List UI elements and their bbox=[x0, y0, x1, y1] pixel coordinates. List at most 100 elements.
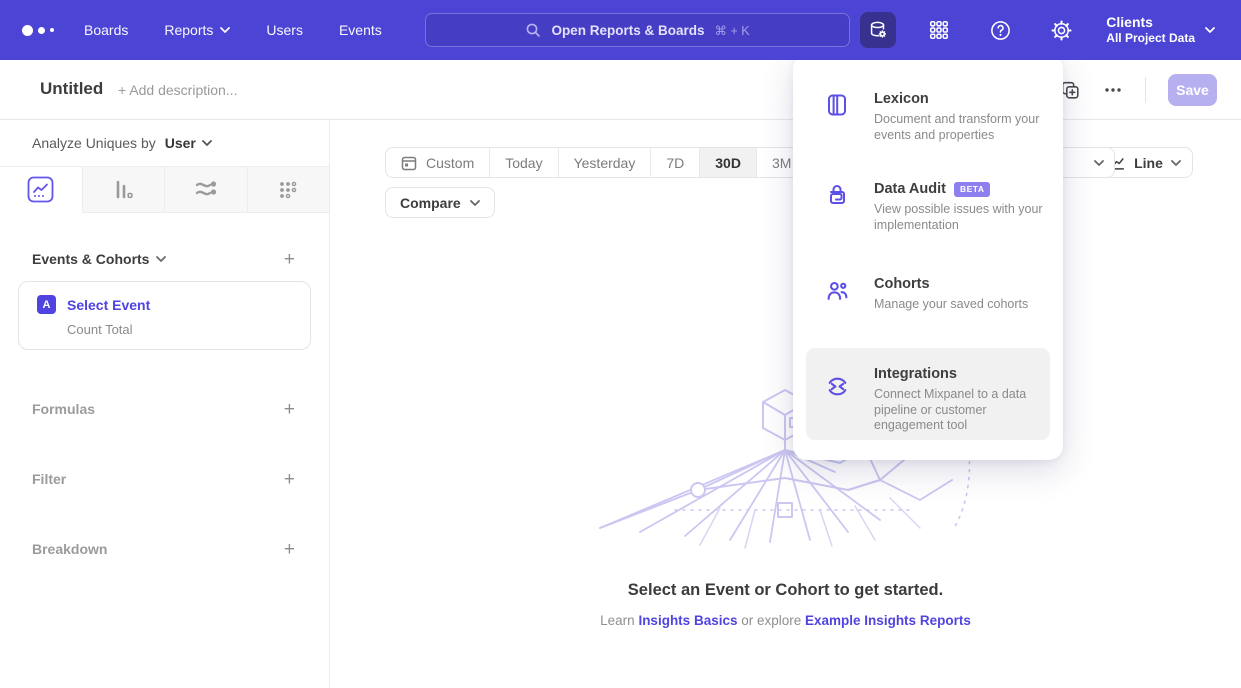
analyze-label: Analyze Uniques by bbox=[32, 135, 156, 151]
formulas-section: Formulas + bbox=[0, 393, 329, 425]
nav-item-reports[interactable]: Reports bbox=[164, 22, 230, 38]
chart-type-label: Line bbox=[1134, 155, 1163, 171]
compare-dropdown[interactable]: Compare bbox=[385, 187, 495, 218]
events-cohorts-header: Events & Cohorts + bbox=[0, 243, 329, 275]
range-label: Today bbox=[505, 155, 542, 171]
compare-label: Compare bbox=[400, 195, 461, 211]
tab-flow-chart[interactable] bbox=[164, 167, 247, 213]
add-breakdown-button[interactable]: + bbox=[284, 540, 295, 559]
add-description-field[interactable]: + Add description... bbox=[118, 82, 237, 98]
integrations-icon bbox=[825, 374, 849, 398]
data-audit-icon bbox=[825, 183, 849, 207]
add-formula-button[interactable]: + bbox=[284, 400, 295, 419]
date-range-yesterday[interactable]: Yesterday bbox=[558, 148, 651, 177]
save-button[interactable]: Save bbox=[1168, 74, 1217, 106]
search-shortcut: ⌘ + K bbox=[714, 23, 749, 38]
chart-area: Custom Today Yesterday 7D 30D 3M 6M Comp… bbox=[330, 120, 1241, 688]
date-range-control: Custom Today Yesterday 7D 30D 3M 6M bbox=[385, 147, 858, 178]
gear-icon bbox=[1050, 19, 1073, 42]
lexicon-icon bbox=[825, 93, 849, 117]
filter-section: Filter + bbox=[0, 463, 329, 495]
tab-metric-grid[interactable] bbox=[247, 167, 330, 213]
date-range-7d[interactable]: 7D bbox=[650, 148, 699, 177]
chevron-down-icon bbox=[1205, 27, 1215, 33]
menu-item-body: Lexicon Document and transform your even… bbox=[874, 91, 1052, 143]
add-filter-button[interactable]: + bbox=[284, 470, 295, 489]
nav-item-events[interactable]: Events bbox=[339, 22, 382, 38]
menu-item-body: Cohorts Manage your saved cohorts bbox=[874, 276, 1052, 313]
nav-item-users[interactable]: Users bbox=[266, 22, 303, 38]
analyze-value-dropdown[interactable]: User bbox=[165, 135, 196, 151]
dots-grid-icon bbox=[275, 177, 301, 203]
range-label: Yesterday bbox=[574, 155, 636, 171]
chevron-down-icon bbox=[1094, 160, 1104, 166]
tab-bar-chart[interactable] bbox=[82, 167, 165, 213]
project-scope: All Project Data bbox=[1106, 31, 1195, 46]
chevron-down-icon bbox=[156, 256, 166, 262]
filter-label: Filter bbox=[32, 471, 66, 487]
insights-basics-link[interactable]: Insights Basics bbox=[638, 613, 737, 628]
menu-item-body: Data Audit BETA View possible issues wit… bbox=[874, 181, 1052, 233]
report-title[interactable]: Untitled bbox=[40, 79, 103, 99]
example-insights-reports-link[interactable]: Example Insights Reports bbox=[805, 613, 971, 628]
menu-item-title: Cohorts bbox=[874, 276, 930, 292]
date-range-custom[interactable]: Custom bbox=[386, 148, 489, 177]
nav-links: Boards Reports Users Events bbox=[84, 22, 382, 38]
line-chart-icon bbox=[27, 176, 54, 203]
search-placeholder: Open Reports & Boards bbox=[551, 23, 704, 38]
range-label: 3M bbox=[772, 155, 791, 171]
range-label: 7D bbox=[666, 155, 684, 171]
nav-item-label: Users bbox=[266, 22, 303, 38]
calendar-icon bbox=[401, 155, 417, 171]
chart-type-tabs bbox=[0, 166, 329, 213]
menu-item-title: Data Audit bbox=[874, 181, 946, 197]
nav-right-cluster: Clients All Project Data bbox=[860, 0, 1241, 60]
events-cohorts-label: Events & Cohorts bbox=[32, 251, 149, 267]
range-label: 30D bbox=[715, 155, 741, 171]
menu-item-title: Integrations bbox=[874, 366, 957, 382]
date-range-today[interactable]: Today bbox=[489, 148, 557, 177]
select-event-card[interactable]: A Select Event Count Total bbox=[18, 281, 311, 350]
events-cohorts-toggle[interactable]: Events & Cohorts bbox=[32, 251, 166, 267]
chevron-down-icon bbox=[220, 27, 230, 33]
more-options-button[interactable] bbox=[1103, 80, 1123, 100]
add-event-button[interactable]: + bbox=[284, 250, 295, 269]
help-icon bbox=[989, 19, 1012, 42]
series-badge: A bbox=[37, 295, 56, 314]
apps-grid-button[interactable] bbox=[921, 12, 957, 48]
data-management-button[interactable] bbox=[860, 12, 896, 48]
menu-item-body: Integrations Connect Mixpanel to a data … bbox=[874, 366, 1052, 434]
beta-badge: BETA bbox=[954, 182, 991, 197]
tab-line-chart[interactable] bbox=[0, 167, 82, 213]
logo-dot bbox=[22, 25, 33, 36]
settings-button[interactable] bbox=[1043, 12, 1079, 48]
select-event-label[interactable]: Select Event bbox=[67, 297, 150, 313]
logo-dot bbox=[50, 28, 54, 32]
range-label: Custom bbox=[426, 155, 474, 171]
nav-item-boards[interactable]: Boards bbox=[84, 22, 128, 38]
nav-item-label: Reports bbox=[164, 22, 213, 38]
logo-dot bbox=[38, 27, 45, 34]
bar-chart-icon bbox=[110, 177, 136, 203]
date-range-30d[interactable]: 30D bbox=[699, 148, 756, 177]
global-search-input[interactable]: Open Reports & Boards ⌘ + K bbox=[425, 13, 850, 47]
nav-item-label: Boards bbox=[84, 22, 128, 38]
divider bbox=[1145, 77, 1146, 103]
chevron-down-icon bbox=[1171, 160, 1181, 166]
or-explore-text: or explore bbox=[737, 613, 805, 628]
formulas-label: Formulas bbox=[32, 401, 95, 417]
count-total-dropdown[interactable]: Count Total bbox=[67, 322, 294, 337]
data-management-menu: Lexicon Document and transform your even… bbox=[793, 55, 1063, 460]
grid-icon bbox=[928, 19, 950, 41]
help-button[interactable] bbox=[982, 12, 1018, 48]
menu-item-description: View possible issues with your implement… bbox=[874, 202, 1052, 233]
database-gear-icon bbox=[867, 19, 889, 41]
mixpanel-logo-icon[interactable] bbox=[22, 25, 68, 36]
nav-item-label: Events bbox=[339, 22, 382, 38]
menu-item-title: Lexicon bbox=[874, 91, 929, 107]
cohorts-icon bbox=[825, 278, 849, 302]
project-switcher[interactable]: Clients All Project Data bbox=[1106, 14, 1215, 46]
project-name: Clients bbox=[1106, 14, 1195, 31]
breakdown-section: Breakdown + bbox=[0, 533, 329, 565]
learn-prefix: Learn bbox=[600, 613, 638, 628]
